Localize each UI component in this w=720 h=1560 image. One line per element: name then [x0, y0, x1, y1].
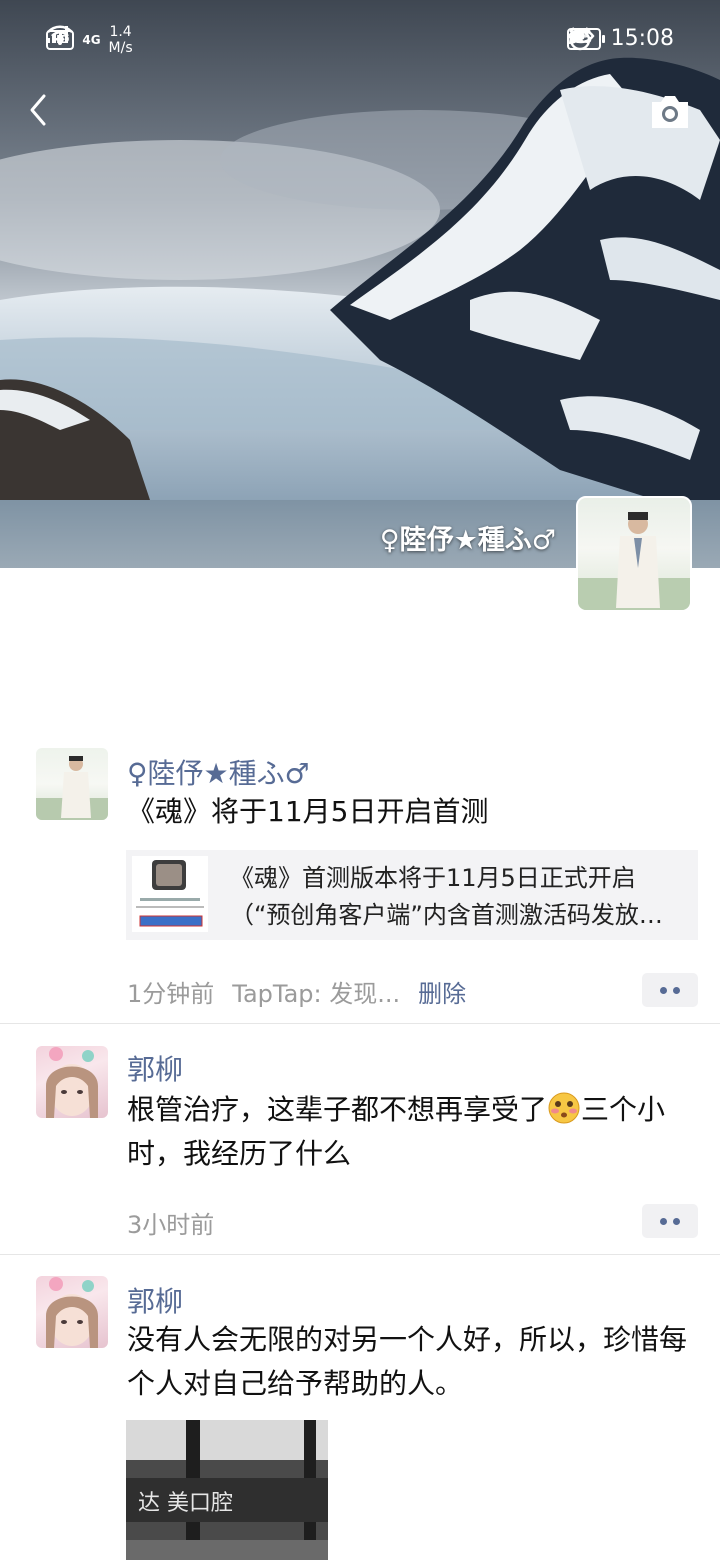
post-time: 3小时前 [127, 1211, 215, 1239]
post-nickname[interactable]: 郭柳 [127, 1280, 183, 1320]
back-button[interactable] [20, 88, 60, 132]
post-photo[interactable]: 达 美口腔 [126, 1420, 328, 1560]
wifi-icon [47, 25, 73, 45]
delete-button[interactable]: 删除 [418, 974, 466, 1009]
camera-button[interactable] [648, 92, 692, 132]
status-bar: HD 4G 1.4 M/s 95 15:08 [0, 0, 720, 80]
avatar-girl-image [46, 1277, 98, 1348]
avatar-man-image [578, 512, 690, 610]
shared-link-thumbnail [132, 856, 208, 932]
camera-icon [652, 96, 688, 128]
post-source[interactable]: TapTap: 发现... [232, 974, 400, 1009]
more-actions-button[interactable] [642, 1204, 698, 1238]
svg-text:达 美口腔: 达 美口腔 [138, 1491, 233, 1516]
post-meta: 1分钟前 TapTap: 发现... 删除 [127, 974, 466, 1009]
leaf-icon [568, 28, 584, 44]
avatar-man-image [36, 756, 108, 820]
network-type: 4G [82, 33, 101, 47]
post-avatar[interactable] [36, 1046, 108, 1118]
post-text: 《魂》将于11月5日开启首测 [127, 795, 489, 828]
network-speed: 1.4 M/s [108, 24, 133, 56]
mountain-landscape [0, 0, 720, 568]
post-avatar[interactable] [36, 748, 108, 820]
clinic-sign-image: 达 美口腔 [126, 1420, 328, 1560]
post-time: 1分钟前 [127, 980, 215, 1008]
post-meta: 3小时前 [127, 1205, 214, 1240]
shared-link-card[interactable]: 《魂》首测版本将于11月5日正式开启 （“预创角客户端”内含首测激活码发放… [126, 850, 698, 940]
cover-photo[interactable]: HD 4G 1.4 M/s 95 15:08 ♀陸伃★種ふ♂ [0, 0, 720, 568]
post-nickname[interactable]: ♀陸伃★種ふ♂ [127, 752, 310, 792]
chevron-left-icon [30, 94, 46, 126]
post-avatar[interactable] [36, 1276, 108, 1348]
post-text: 根管治疗，这辈子都不想再享受了 三个小时，我经历了什么 [127, 1091, 666, 1170]
profile-name[interactable]: ♀陸伃★種ふ♂ [380, 518, 556, 557]
profile-avatar[interactable] [576, 496, 692, 612]
shared-link-text: 《魂》首测版本将于11月5日正式开启 （“预创角客户端”内含首测激活码发放… [230, 864, 663, 929]
clock-time: 15:08 [610, 26, 674, 51]
divider [0, 1023, 720, 1024]
avatar-girl-image [46, 1047, 98, 1118]
more-actions-button[interactable] [642, 973, 698, 1007]
divider [0, 1254, 720, 1255]
post-nickname[interactable]: 郭柳 [127, 1048, 183, 1088]
emoji-blush-icon [547, 1091, 581, 1125]
post-text: 没有人会无限的对另一个人好，所以，珍惜每个人对自己给予帮助的人。 [127, 1323, 688, 1400]
